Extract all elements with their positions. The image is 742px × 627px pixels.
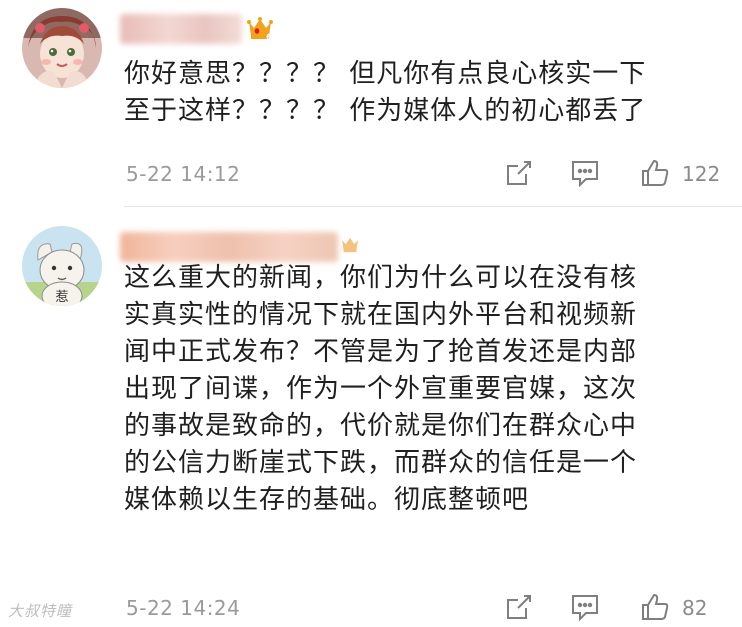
comment-text: 你好意思？？？？ 但凡你有点良心核实一下 至于这样？？？？ 作为媒体人的初心都丢… bbox=[124, 59, 647, 126]
comment-meta: 5-22 14:24 82 bbox=[126, 592, 724, 622]
thumbs-up-icon bbox=[640, 158, 670, 188]
comment-item: 惹 这么重大的新闻，你们为什么可以在没有核 实真实性的情况下就在国内外平台和视频… bbox=[0, 212, 742, 627]
comment-icon[interactable] bbox=[570, 592, 600, 622]
comment-meta: 5-22 14:12 122 bbox=[126, 158, 724, 188]
comment-item: 6 你好意思？？？？ 但凡你有点良心核实一下 至于这样？？？？ 作为媒体人的初心… bbox=[0, 0, 742, 207]
crown-icon bbox=[340, 234, 360, 256]
crown-icon: 6 bbox=[246, 14, 274, 44]
avatar[interactable] bbox=[22, 8, 102, 88]
timestamp: 5-22 14:12 bbox=[126, 162, 241, 186]
share-icon[interactable] bbox=[504, 592, 534, 622]
comment-icon[interactable] bbox=[570, 158, 600, 188]
like-count: 82 bbox=[682, 596, 708, 620]
comment-text: 这么重大的新闻，你们为什么可以在没有核 实真实性的情况下就在国内外平台和视频新 … bbox=[124, 263, 638, 515]
divider bbox=[124, 206, 742, 207]
watermark: 大叔特瞳 bbox=[8, 602, 73, 620]
timestamp: 5-22 14:24 bbox=[126, 596, 241, 620]
username-blurred[interactable] bbox=[120, 232, 338, 262]
vip-level: 6 bbox=[266, 33, 272, 43]
share-icon[interactable] bbox=[504, 158, 534, 188]
username-blurred[interactable] bbox=[120, 14, 242, 44]
like-count: 122 bbox=[682, 162, 721, 186]
avatar[interactable]: 惹 bbox=[22, 226, 102, 306]
avatar-label: 惹 bbox=[55, 290, 68, 305]
thumbs-up-icon bbox=[640, 592, 670, 622]
